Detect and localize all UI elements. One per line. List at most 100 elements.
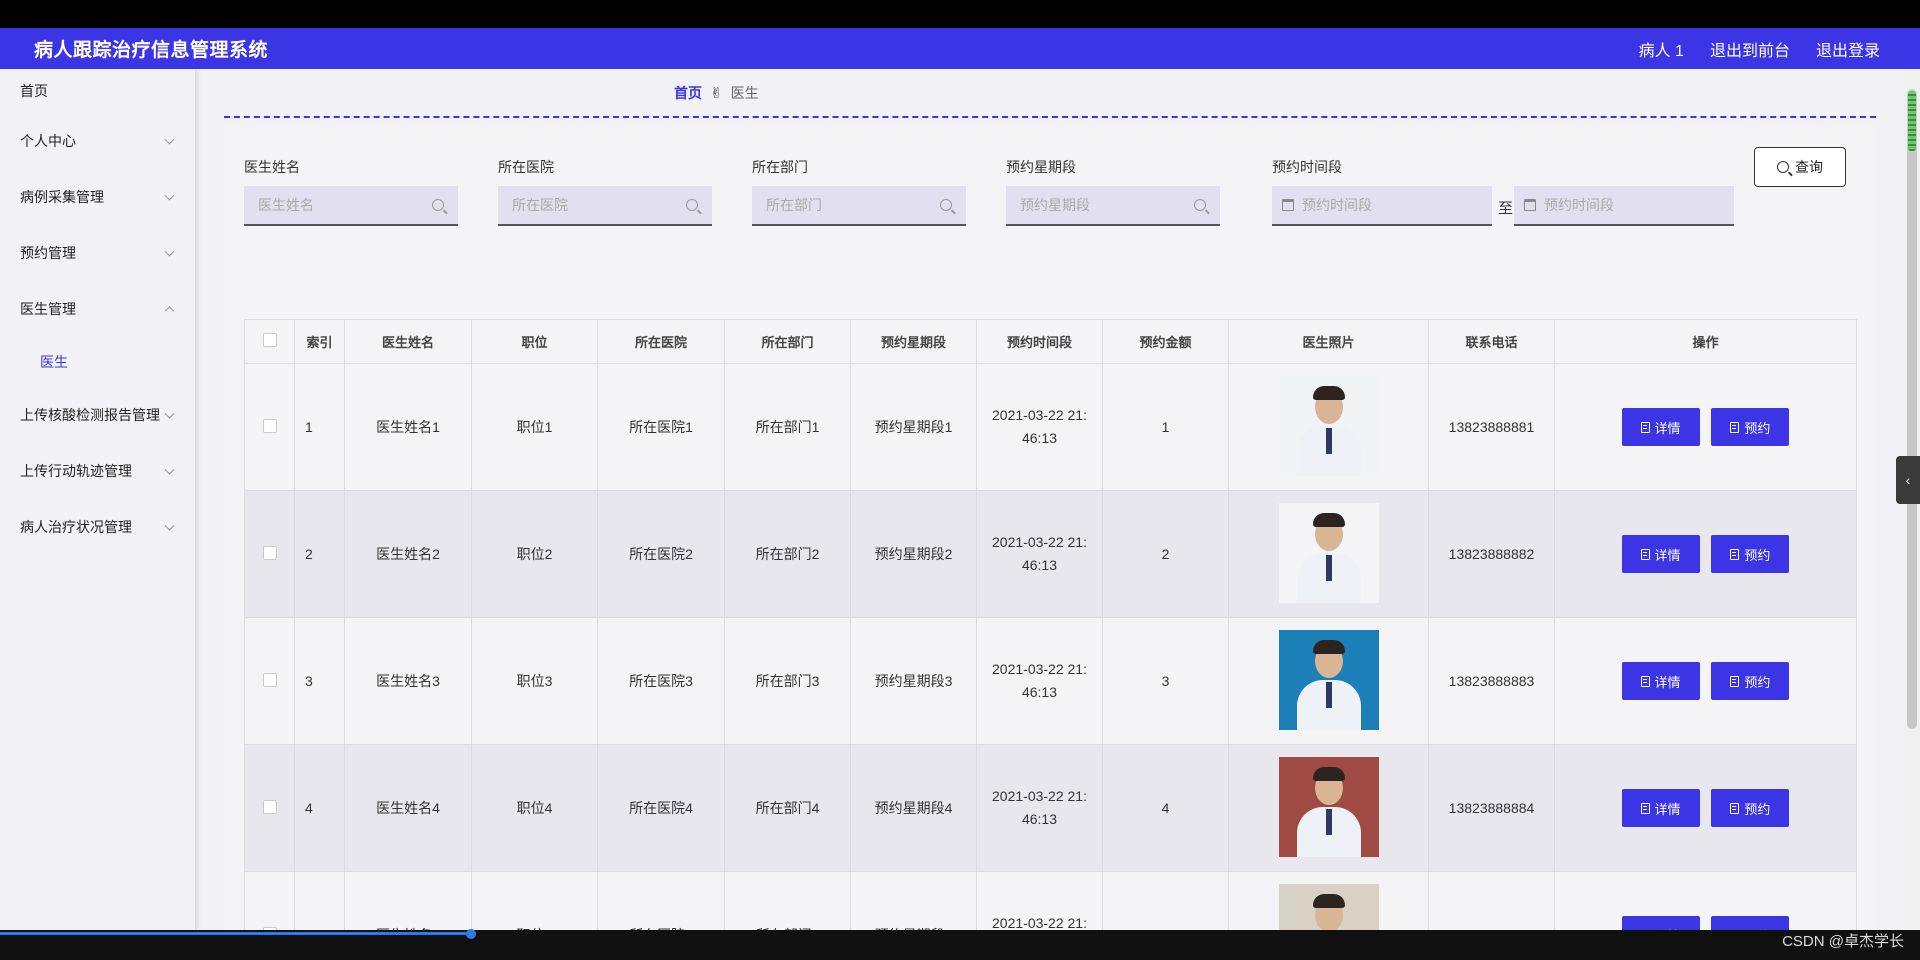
- book-button[interactable]: 预约: [1711, 408, 1790, 446]
- search-icon: [1777, 161, 1789, 173]
- filter-label: 医生姓名: [244, 159, 300, 175]
- app-title: 病人跟踪治疗信息管理系统: [34, 40, 269, 61]
- cell-actions: 详情 预约: [1554, 871, 1857, 930]
- cell-phone: 13823888884: [1428, 744, 1555, 872]
- watermark: CSDN @卓杰学长: [1782, 933, 1904, 950]
- document-icon: [1730, 802, 1740, 814]
- row-select-cell[interactable]: [244, 744, 295, 872]
- sidebar-item-label: 首页: [20, 83, 48, 99]
- row-select-cell[interactable]: [244, 871, 295, 930]
- cell-timeslot: 2021-03-22 21:46:13: [976, 490, 1103, 618]
- book-button[interactable]: 预约: [1711, 535, 1790, 573]
- chevron-down-icon: [164, 408, 175, 419]
- cell-phone: 13823888881: [1428, 363, 1555, 491]
- doctor-photo: [1278, 375, 1379, 476]
- sidebar-item-label: 病人治疗状况管理: [20, 519, 132, 535]
- scroll-indicator: [1908, 91, 1916, 151]
- exit-to-front-link[interactable]: 退出到前台: [1710, 37, 1790, 61]
- progress-fill: [0, 932, 472, 935]
- sidebar-item-personal-center[interactable]: 个人中心: [0, 113, 195, 169]
- cell-doctor-name: 医生姓名3: [344, 617, 472, 745]
- row-checkbox[interactable]: [262, 799, 277, 814]
- cell-position: 职位4: [471, 744, 598, 872]
- cell-timeslot: 2021-03-22 21:46:13: [976, 617, 1103, 745]
- current-user[interactable]: 病人 1: [1639, 37, 1684, 61]
- range-separator: 至: [1498, 200, 1514, 217]
- video-progress-bar[interactable]: [0, 929, 1920, 960]
- cell-index: 3: [294, 617, 345, 745]
- content-panel: 医生姓名 医生姓名 所在医院 所在医院 所在部门 所在部门 预约星期段 预约星期…: [224, 127, 1876, 930]
- breadcrumb-current: 医生: [730, 85, 759, 101]
- sidebar-item-track-upload[interactable]: 上传行动轨迹管理: [0, 443, 195, 499]
- sidebar-subitem-doctor[interactable]: 医生: [0, 337, 195, 387]
- detail-button[interactable]: 详情: [1621, 789, 1700, 827]
- search-icon: [1194, 199, 1206, 211]
- sidebar-item-label: 上传核酸检测报告管理: [20, 407, 160, 423]
- logout-link[interactable]: 退出登录: [1816, 37, 1880, 61]
- cell-actions: 详情 预约: [1554, 490, 1857, 618]
- detail-button[interactable]: 详情: [1621, 408, 1700, 446]
- sidebar-item-treatment-status[interactable]: 病人治疗状况管理: [0, 499, 195, 555]
- cell-hospital: 所在医院2: [597, 490, 725, 618]
- app-window: 病人跟踪治疗信息管理系统 病人 1 退出到前台 退出登录 首页 个人中心 病例采…: [0, 28, 1920, 930]
- cell-doctor-name: 医生姓名1: [344, 363, 472, 491]
- row-select-cell[interactable]: [244, 617, 295, 745]
- timeslot-start-input[interactable]: 预约时间段: [1272, 186, 1492, 226]
- select-all-cell[interactable]: [244, 319, 295, 364]
- sidebar-item-case-collection[interactable]: 病例采集管理: [0, 169, 195, 225]
- detail-button[interactable]: 详情: [1621, 916, 1700, 930]
- breadcrumb-home[interactable]: 首页: [674, 83, 702, 103]
- cell-photo: [1228, 871, 1429, 930]
- column-header: 所在部门: [724, 319, 851, 364]
- sidebar-item-appointments[interactable]: 预约管理: [0, 225, 195, 281]
- cell-photo: [1228, 617, 1429, 745]
- row-select-cell[interactable]: [244, 363, 295, 491]
- cell-timeslot: 2021-03-22 21:46:13: [976, 871, 1103, 930]
- cell-photo: [1228, 744, 1429, 872]
- collapse-handle[interactable]: ‹: [1896, 456, 1920, 504]
- select-all-checkbox[interactable]: [262, 333, 277, 347]
- query-button[interactable]: 查询: [1754, 147, 1846, 187]
- department-input[interactable]: 所在部门: [752, 186, 966, 226]
- cell-doctor-name: 医生姓名5: [344, 871, 472, 930]
- scrollbar-thumb[interactable]: [1907, 89, 1917, 729]
- row-checkbox[interactable]: [262, 418, 277, 433]
- row-checkbox[interactable]: [262, 545, 277, 560]
- detail-button[interactable]: 详情: [1621, 535, 1700, 573]
- weekday-input[interactable]: 预约星期段: [1006, 186, 1220, 226]
- divider: [224, 116, 1876, 118]
- hand-icon: ✌: [710, 85, 723, 102]
- column-header: 职位: [471, 319, 598, 364]
- row-checkbox[interactable]: [262, 672, 277, 687]
- cell-position: 职位3: [471, 617, 598, 745]
- sidebar-item-doctor-management[interactable]: 医生管理: [0, 281, 195, 337]
- cell-actions: 详情 预约: [1554, 363, 1857, 491]
- filter-label: 所在医院: [498, 159, 554, 175]
- search-icon: [940, 199, 952, 211]
- detail-button[interactable]: 详情: [1621, 662, 1700, 700]
- top-header: 病人跟踪治疗信息管理系统 病人 1 退出到前台 退出登录: [0, 28, 1920, 69]
- cell-department: 所在部门5: [724, 871, 851, 930]
- chevron-down-icon: [164, 464, 175, 475]
- chevron-down-icon: [164, 520, 175, 531]
- doctor-name-input[interactable]: 医生姓名: [244, 186, 458, 226]
- cell-photo: [1228, 490, 1429, 618]
- book-button[interactable]: 预约: [1711, 916, 1790, 930]
- hospital-input[interactable]: 所在医院: [498, 186, 712, 226]
- cell-weekday: 预约星期段5: [850, 871, 977, 930]
- book-button[interactable]: 预约: [1711, 662, 1790, 700]
- book-button[interactable]: 预约: [1711, 789, 1790, 827]
- cell-timeslot: 2021-03-22 21:46:13: [976, 744, 1103, 872]
- row-select-cell[interactable]: [244, 490, 295, 618]
- timeslot-end-input[interactable]: 预约时间段: [1514, 186, 1734, 226]
- table-row: 5 医生姓名5 职位5 所在医院5 所在部门5 预约星期段5 2021-03-2…: [244, 871, 1857, 930]
- cell-photo: [1228, 363, 1429, 491]
- column-header: 预约时间段: [976, 319, 1103, 364]
- sidebar-item-home[interactable]: 首页: [0, 69, 195, 113]
- sidebar-item-nucleic-report[interactable]: 上传核酸检测报告管理: [0, 387, 195, 443]
- progress-handle[interactable]: [466, 929, 476, 939]
- cell-department: 所在部门4: [724, 744, 851, 872]
- document-icon: [1640, 548, 1650, 560]
- cell-weekday: 预约星期段4: [850, 744, 977, 872]
- table-header-row: 索引 医生姓名 职位 所在医院 所在部门 预约星期段 预约时间段 预约金额 医生…: [244, 319, 1857, 364]
